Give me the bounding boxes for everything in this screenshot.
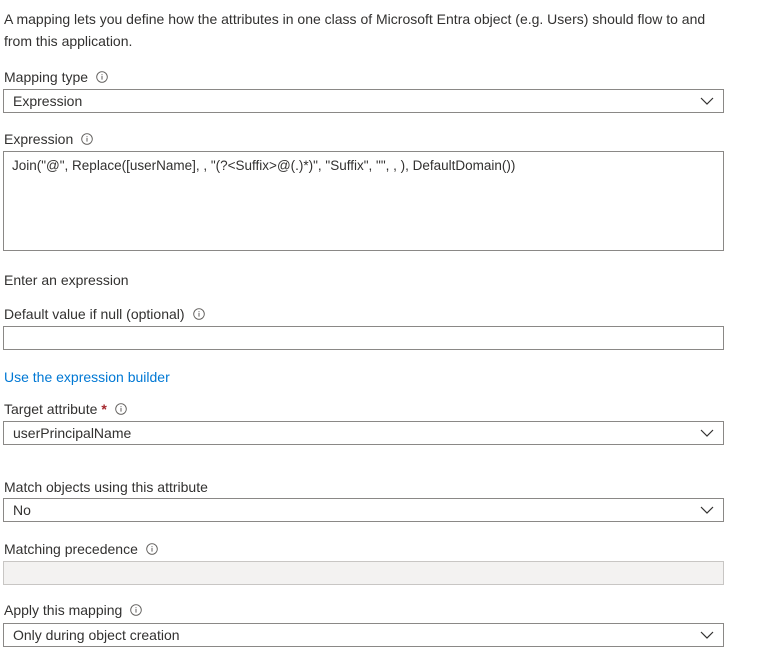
required-marker: * <box>101 401 107 417</box>
info-icon[interactable] <box>115 403 127 415</box>
expression-label: Expression <box>4 130 94 148</box>
info-icon[interactable] <box>96 71 108 83</box>
chevron-down-icon <box>700 97 714 105</box>
default-value-label: Default value if null (optional) <box>4 305 205 323</box>
chevron-down-icon <box>700 506 714 514</box>
default-value-label-text: Default value if null (optional) <box>4 306 185 322</box>
match-objects-label-text: Match objects using this attribute <box>4 479 208 495</box>
apply-mapping-label: Apply this mapping <box>4 601 143 619</box>
match-objects-label: Match objects using this attribute <box>4 478 208 496</box>
matching-precedence-label-text: Matching precedence <box>4 541 138 557</box>
apply-mapping-value: Only during object creation <box>13 627 180 643</box>
mapping-type-label: Mapping type <box>4 68 108 86</box>
expression-value: Join("@", Replace([userName], , "(?<Suff… <box>12 158 516 173</box>
target-attribute-dropdown[interactable]: userPrincipalName <box>3 421 724 445</box>
default-value-input[interactable] <box>3 326 724 350</box>
matching-precedence-input <box>3 561 724 585</box>
info-icon[interactable] <box>130 604 143 616</box>
expression-label-text: Expression <box>4 131 74 147</box>
chevron-down-icon <box>700 631 714 639</box>
target-attribute-value: userPrincipalName <box>13 425 132 441</box>
match-objects-value: No <box>13 502 31 518</box>
expression-textarea[interactable]: Join("@", Replace([userName], , "(?<Suff… <box>3 151 724 251</box>
target-attribute-label-text: Target attribute <box>4 401 98 417</box>
target-attribute-label: Target attribute * <box>4 400 127 418</box>
mapping-type-value: Expression <box>13 93 83 109</box>
expression-builder-link[interactable]: Use the expression builder <box>4 368 170 386</box>
apply-mapping-dropdown[interactable]: Only during object creation <box>3 623 724 647</box>
mapping-type-dropdown[interactable]: Expression <box>3 89 724 113</box>
matching-precedence-label: Matching precedence <box>4 540 158 558</box>
mapping-description: A mapping lets you define how the attrib… <box>4 11 706 49</box>
info-icon[interactable] <box>146 543 158 555</box>
chevron-down-icon <box>700 429 714 437</box>
info-icon[interactable] <box>192 308 205 320</box>
match-objects-dropdown[interactable]: No <box>3 498 724 522</box>
info-icon[interactable] <box>81 133 94 145</box>
mapping-type-label-text: Mapping type <box>4 69 89 85</box>
expression-hint: Enter an expression <box>4 272 129 288</box>
apply-mapping-label-text: Apply this mapping <box>4 602 123 618</box>
